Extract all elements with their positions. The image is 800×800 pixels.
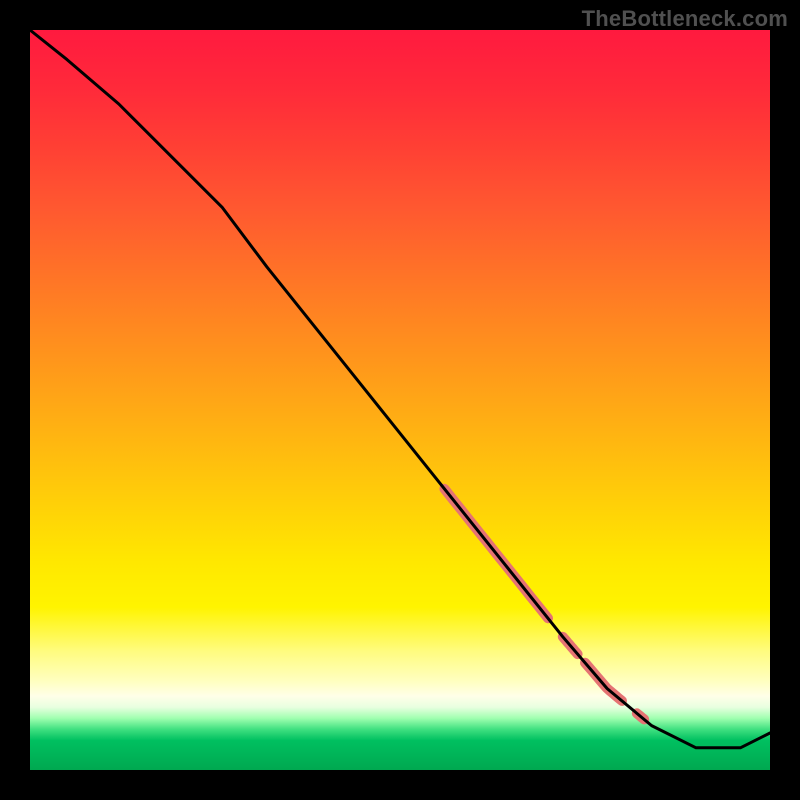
plot-area: [30, 30, 770, 770]
chart-container: TheBottleneck.com: [0, 0, 800, 800]
watermark-text: TheBottleneck.com: [582, 6, 788, 32]
